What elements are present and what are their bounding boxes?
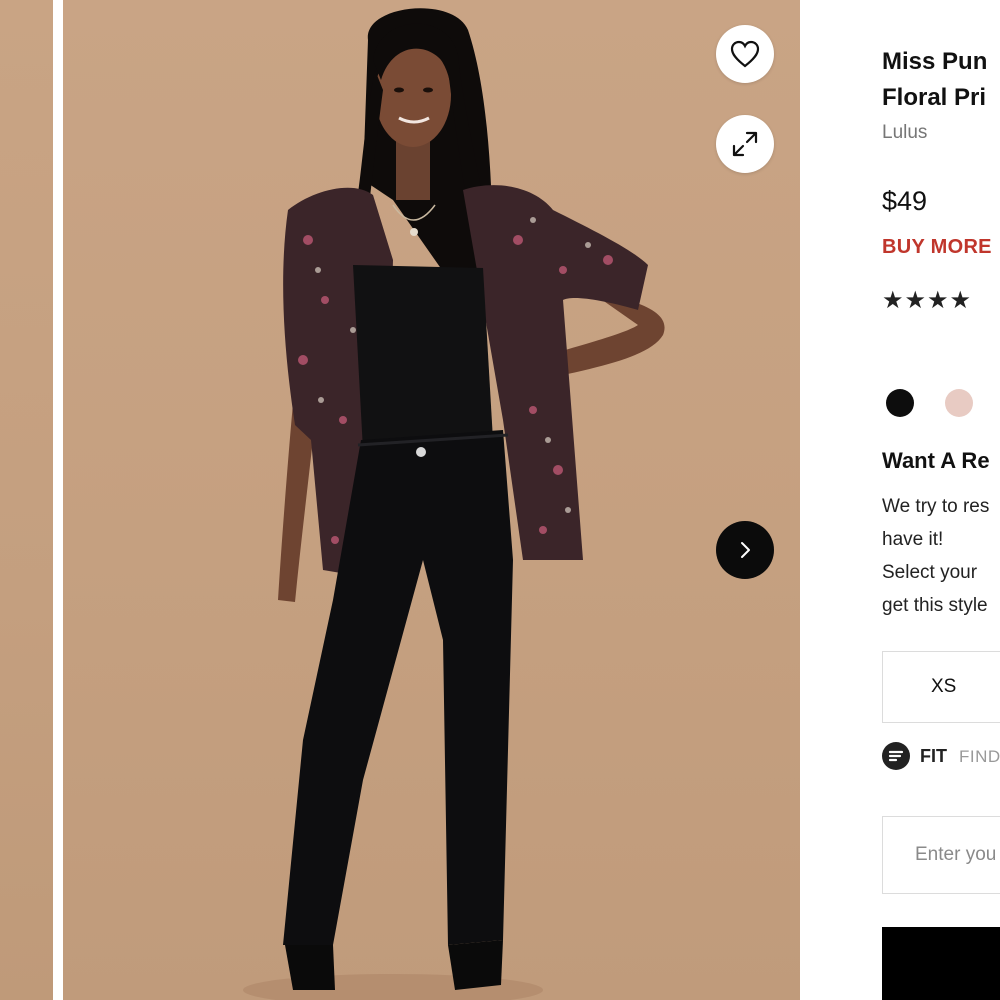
size-option-xs[interactable]: XS [882, 651, 1000, 723]
brand-name[interactable]: Lulus [882, 122, 927, 144]
heart-icon [730, 40, 760, 68]
model-photo-illustration [243, 8, 665, 1000]
email-input[interactable] [883, 817, 1000, 893]
product-title-line1: Miss Pun [882, 48, 988, 75]
main-product-image[interactable] [63, 0, 800, 1000]
restock-text-line1: We try to res [882, 496, 990, 517]
product-price: $49 [882, 186, 928, 216]
favorite-button[interactable] [716, 25, 774, 83]
rating-stars[interactable]: ★★★★ [882, 286, 972, 315]
restock-heading: Want A Re [882, 448, 990, 473]
product-details-panel: Miss Pun Floral Pri Lulus $49 BUY MORE ★… [882, 0, 1000, 1000]
color-swatch-blush[interactable] [945, 389, 973, 417]
email-field[interactable] [882, 816, 1000, 894]
expand-icon [732, 131, 758, 157]
previous-product-image[interactable] [0, 0, 53, 1000]
fit-finder-label-light: FIND [959, 747, 1000, 766]
product-title-line2: Floral Pri [882, 84, 987, 111]
expand-image-button[interactable] [716, 115, 774, 173]
chevron-right-icon [741, 542, 750, 558]
promo-text[interactable]: BUY MORE [882, 236, 992, 259]
product-gallery [0, 0, 800, 1000]
next-image-button[interactable] [716, 521, 774, 579]
fit-finder-icon [882, 742, 910, 770]
product-title: Miss Pun Floral Pri [882, 44, 1000, 116]
restock-text-line4: get this style [882, 595, 988, 616]
restock-text-line3: Select your [882, 562, 978, 583]
fit-finder-label-bold: FIT [920, 746, 947, 766]
color-swatch-black[interactable] [886, 389, 914, 417]
restock-text-line2: have it! [882, 529, 944, 550]
notify-me-button[interactable] [882, 927, 1000, 1000]
size-option-label: XS [931, 676, 957, 697]
